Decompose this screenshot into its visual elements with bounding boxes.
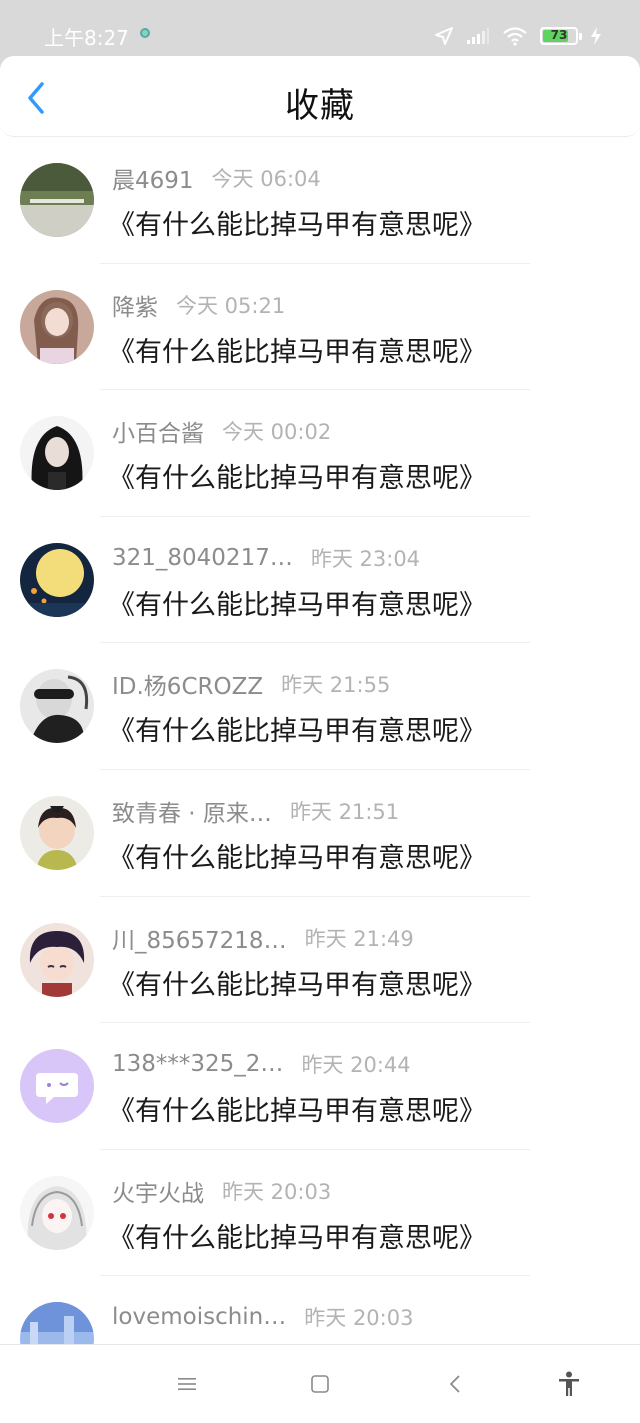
page-title: 收藏 (285, 86, 355, 126)
timestamp: 昨天 21:49 (304, 926, 414, 951)
anime-girl-avatar-icon (20, 1175, 94, 1250)
timestamp: 昨天 20:44 (301, 1053, 411, 1078)
child-avatar-icon (20, 795, 94, 870)
menu-icon (178, 1378, 196, 1390)
story-title[interactable]: 《有什么能比掉马甲有意思呢》 (108, 456, 486, 495)
charging-bolt-icon (591, 27, 601, 45)
timestamp: 昨天 23:04 (310, 546, 421, 571)
accessibility-icon (559, 1371, 579, 1396)
status-icons: 73 (434, 22, 602, 50)
avatar[interactable] (20, 1175, 94, 1250)
signal-icon (467, 28, 489, 44)
list-item[interactable]: 致青春 · 原来… 昨天 21:51 《有什么能比掉马甲有意思呢》 (0, 770, 640, 897)
story-title[interactable]: 《有什么能比掉马甲有意思呢》 (108, 709, 486, 748)
username[interactable]: 致青春 · 原来… (112, 794, 272, 828)
timestamp: 今天 06:04 (211, 167, 321, 191)
battery-icon: 73 (540, 27, 582, 45)
battery-level: 73 (550, 28, 568, 42)
timestamp: 昨天 20:03 (222, 1179, 332, 1204)
avatar[interactable] (20, 542, 94, 617)
status-time: 上午8:27 (44, 26, 129, 50)
header: 收藏 (0, 56, 640, 137)
home-button[interactable] (305, 1369, 335, 1399)
accessibility-button[interactable] (554, 1369, 584, 1399)
chat-bubble-avatar-icon (20, 1049, 94, 1124)
username[interactable]: 降紫 (112, 288, 158, 322)
avatar[interactable] (20, 416, 94, 491)
timestamp: 昨天 21:51 (289, 799, 400, 824)
moon-avatar-icon (20, 542, 94, 617)
avatar[interactable] (20, 1049, 94, 1124)
avatar[interactable] (20, 795, 94, 870)
story-title[interactable]: 《有什么能比掉马甲有意思呢》 (108, 203, 486, 242)
list-item[interactable]: 138***325_2… 昨天 20:44 《有什么能比掉马甲有意思呢》 (0, 1023, 640, 1150)
menu-button[interactable] (172, 1369, 202, 1399)
list-item[interactable]: 321_8040217… 昨天 23:04 《有什么能比掉马甲有意思呢》 (0, 517, 640, 644)
username[interactable]: 138***325_2… (112, 1051, 283, 1077)
avatar[interactable] (20, 289, 94, 364)
girl-avatar-icon (20, 289, 94, 364)
username[interactable]: 火宇火战 (112, 1174, 204, 1208)
list-item[interactable]: 降紫 今天 05:21 《有什么能比掉马甲有意思呢》 (0, 264, 640, 391)
girl-dark-avatar-icon (20, 416, 94, 491)
wifi-icon (503, 27, 527, 46)
list-item[interactable]: 小百合酱 今天 00:02 《有什么能比掉马甲有意思呢》 (0, 390, 640, 517)
system-nav-bar (0, 1344, 640, 1423)
location-arrow-icon (435, 27, 453, 45)
story-title[interactable]: 《有什么能比掉马甲有意思呢》 (108, 1089, 486, 1128)
username[interactable]: 小百合酱 (112, 414, 204, 448)
story-title[interactable]: 《有什么能比掉马甲有意思呢》 (108, 1216, 486, 1255)
timestamp: 今天 00:02 (222, 420, 332, 445)
story-title[interactable]: 《有什么能比掉马甲有意思呢》 (108, 963, 486, 1002)
home-square-icon (311, 1375, 329, 1393)
list-item[interactable]: 川_85657218… 昨天 21:49 《有什么能比掉马甲有意思呢》 (0, 897, 640, 1024)
username[interactable]: 川_85657218… (112, 921, 287, 955)
avatar[interactable] (20, 669, 94, 744)
list-item[interactable]: 火宇火战 昨天 20:03 《有什么能比掉马甲有意思呢》 (0, 1150, 640, 1277)
username[interactable]: ID.杨6CROZZ (112, 667, 263, 701)
avatar[interactable] (20, 163, 94, 237)
avatar[interactable] (20, 922, 94, 997)
list-item[interactable]: ID.杨6CROZZ 昨天 21:55 《有什么能比掉马甲有意思呢》 (0, 643, 640, 770)
username[interactable]: 晨4691 (112, 161, 194, 195)
notification-dot-icon (140, 28, 150, 38)
list-item[interactable]: 晨4691 今天 06:04 《有什么能比掉马甲有意思呢》 (0, 137, 640, 264)
username[interactable]: lovemoischin… (112, 1304, 286, 1330)
bw-person-avatar-icon (20, 669, 94, 744)
landscape-avatar-icon (20, 163, 94, 237)
timestamp: 今天 05:21 (176, 293, 286, 318)
back-triangle-icon (450, 1375, 460, 1393)
timestamp: 昨天 20:03 (304, 1306, 414, 1331)
story-title[interactable]: 《有什么能比掉马甲有意思呢》 (108, 583, 486, 622)
anime-boy-avatar-icon (20, 922, 94, 997)
username[interactable]: 321_8040217… (112, 545, 293, 571)
story-title[interactable]: 《有什么能比掉马甲有意思呢》 (108, 836, 486, 875)
favorites-list: 晨4691 今天 06:04 《有什么能比掉马甲有意思呢》 降紫 今天 05:2… (0, 137, 640, 1403)
back-nav-button[interactable] (440, 1369, 470, 1399)
timestamp: 昨天 21:55 (281, 673, 391, 698)
story-title[interactable]: 《有什么能比掉马甲有意思呢》 (108, 330, 486, 369)
